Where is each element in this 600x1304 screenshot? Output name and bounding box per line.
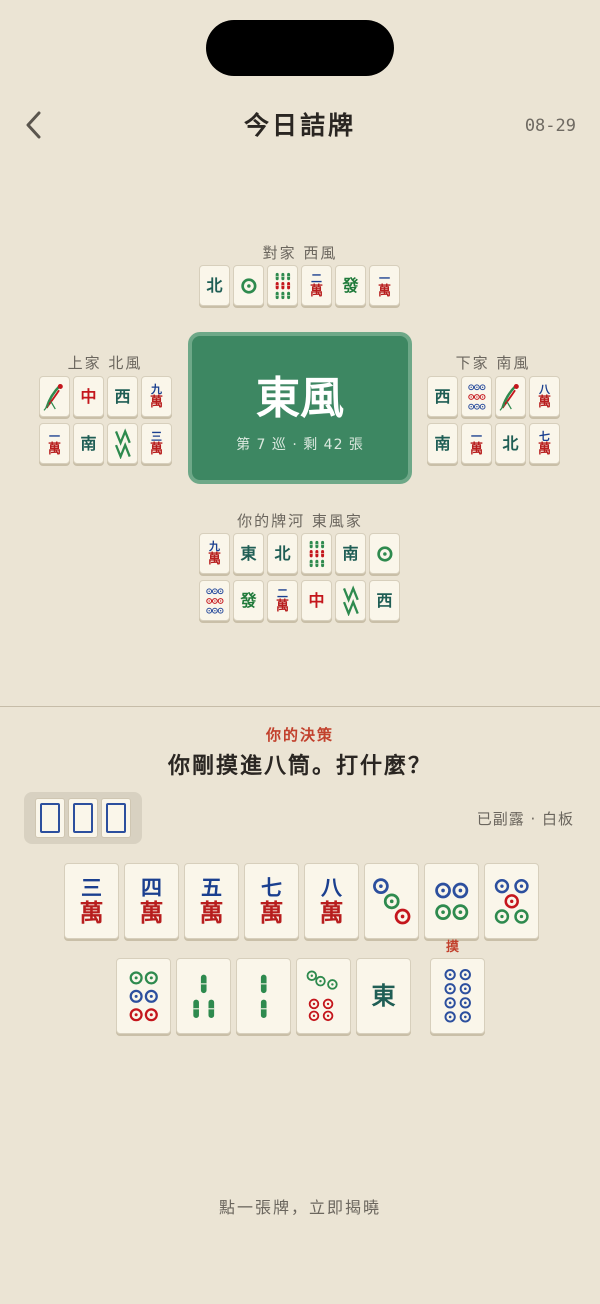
- decision-label: 你的決策: [265, 726, 334, 744]
- my-discards-row-1: 九萬東北南: [199, 533, 400, 574]
- hand-row-2[interactable]: 東: [116, 958, 411, 1034]
- 1-pin-tile: [233, 265, 264, 306]
- west-wind-tile: 西: [427, 376, 458, 417]
- 9-sou-tile: [301, 533, 332, 574]
- south-wind-tile: 南: [335, 533, 366, 574]
- 3-man-tile: 三萬: [141, 423, 172, 464]
- status-notch: [206, 20, 394, 76]
- 2-sou-tile[interactable]: [236, 958, 291, 1034]
- puzzle-date: 08-29: [524, 116, 576, 136]
- 3-pin-tile[interactable]: [364, 863, 419, 939]
- 3-sou-tile[interactable]: [296, 958, 351, 1034]
- 6-sou-tile: [335, 580, 366, 621]
- white-dragon-tile: [101, 798, 131, 838]
- drawn-tile-label: 摸: [446, 940, 460, 955]
- 1-sou-tile: [39, 376, 70, 417]
- 8-man-tile: 八萬: [529, 376, 560, 417]
- south-wind-tile: 南: [73, 423, 104, 464]
- 2-man-tile: 二萬: [267, 580, 298, 621]
- footer-hint: 點一張牌，立即揭曉: [218, 1198, 381, 1217]
- 4-man-tile[interactable]: 四萬: [124, 863, 179, 939]
- right-seat-label: 下家 南風: [455, 354, 531, 372]
- white-dragon-tile: [35, 798, 65, 838]
- 9-pin-tile: [461, 376, 492, 417]
- 1-pin-tile: [369, 533, 400, 574]
- 5-man-tile[interactable]: 五萬: [184, 863, 239, 939]
- 9-pin-tile: [199, 580, 230, 621]
- across-seat-label: 對家 西風: [262, 244, 338, 262]
- left-seat-label: 上家 北風: [67, 354, 143, 372]
- 3-man-tile[interactable]: 三萬: [64, 863, 119, 939]
- 3-sou-tile[interactable]: [176, 958, 231, 1034]
- page-title: 今日詰牌: [243, 111, 356, 140]
- red-dragon-tile: 中: [301, 580, 332, 621]
- left-discards-row-1: 中西九萬: [39, 376, 172, 417]
- 1-man-tile: 一萬: [461, 423, 492, 464]
- across-discards: 北 二萬發一萬: [199, 265, 400, 306]
- 1-man-tile: 一萬: [369, 265, 400, 306]
- meld-label: 已副露 · 白板: [476, 810, 574, 828]
- green-dragon-tile: 發: [233, 580, 264, 621]
- green-dragon-tile: 發: [335, 265, 366, 306]
- 9-man-tile: 九萬: [141, 376, 172, 417]
- 1-man-tile: 一萬: [39, 423, 70, 464]
- right-discards-row-1: 西 八萬: [427, 376, 560, 417]
- hand-row-1[interactable]: 三萬四萬五萬七萬八萬: [64, 863, 539, 939]
- my-discards-row-2: 發二萬中西: [199, 580, 400, 621]
- white-dragon-tile: [68, 798, 98, 838]
- drawn-tile-slot[interactable]: [430, 958, 485, 1034]
- east-wind-tile[interactable]: 東: [356, 958, 411, 1034]
- south-wind-tile: 南: [427, 423, 458, 464]
- 8-pin-tile[interactable]: [430, 958, 485, 1034]
- north-wind-tile: 北: [267, 533, 298, 574]
- section-divider: [0, 706, 600, 707]
- north-wind-tile: 北: [495, 423, 526, 464]
- 1-sou-tile: [495, 376, 526, 417]
- west-wind-tile: 西: [107, 376, 138, 417]
- exposed-meld: [24, 792, 142, 844]
- my-seat-label: 你的牌河 東風家: [237, 512, 363, 530]
- 4-pin-tile[interactable]: [424, 863, 479, 939]
- east-wind-tile: 東: [233, 533, 264, 574]
- turn-and-wall-count: 第 7 巡 · 剩 42 張: [236, 437, 364, 453]
- round-wind: 東風: [256, 373, 344, 424]
- 6-sou-tile: [107, 423, 138, 464]
- decision-question: 你剛摸進八筒。打什麼？: [167, 754, 432, 779]
- left-discards-row-2: 一萬南三萬: [39, 423, 172, 464]
- 7-man-tile: 七萬: [529, 423, 560, 464]
- red-dragon-tile: 中: [73, 376, 104, 417]
- 9-man-tile: 九萬: [199, 533, 230, 574]
- west-wind-tile: 西: [369, 580, 400, 621]
- 7-man-tile[interactable]: 七萬: [244, 863, 299, 939]
- 9-sou-tile: [267, 265, 298, 306]
- round-indicator: 東風 第 7 巡 · 剩 42 張: [188, 332, 412, 484]
- right-discards-row-2: 南一萬北七萬: [427, 423, 560, 464]
- 6-pin-tile[interactable]: [116, 958, 171, 1034]
- 8-man-tile[interactable]: 八萬: [304, 863, 359, 939]
- 2-man-tile: 二萬: [301, 265, 332, 306]
- north-wind-tile: 北: [199, 265, 230, 306]
- 5-pin-tile[interactable]: [484, 863, 539, 939]
